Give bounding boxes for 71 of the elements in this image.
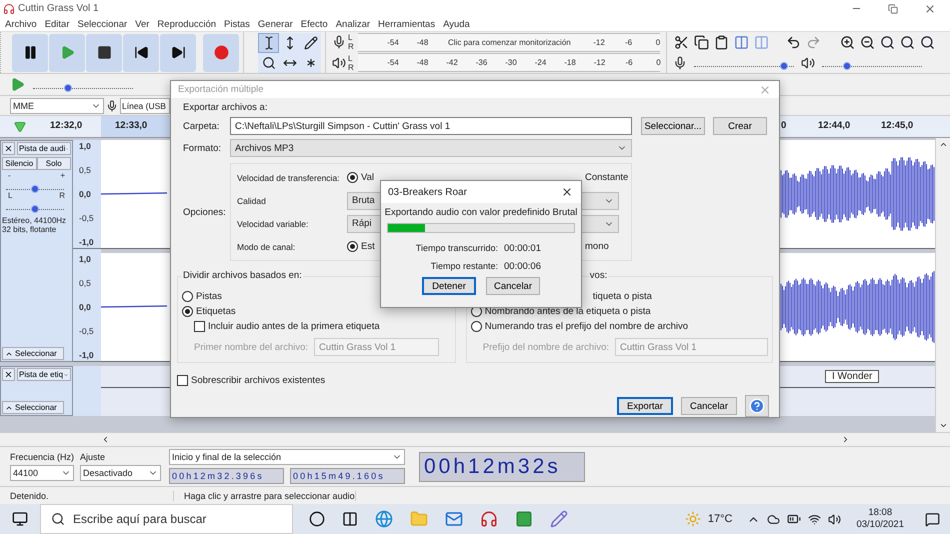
group-title: Dividir archivos basados en: (182, 270, 303, 281)
meter-tick: -6 (624, 38, 632, 47)
options-label: Opciones: (183, 206, 227, 218)
dialog-title: Exportación múltiple (178, 84, 264, 95)
ruler-label: 12:44,0 (818, 120, 850, 131)
slider-mark: - (8, 172, 11, 180)
ruler-label: 12:32,0 (50, 120, 82, 131)
meter-tick: -48 (416, 38, 428, 47)
channel-label: L (348, 33, 354, 42)
meter-tick: 0 (656, 58, 661, 68)
group-title: vos: (588, 270, 608, 281)
channel-label: R (348, 42, 355, 52)
prefix-label: Prefijo del nombre de archivo: (482, 342, 609, 352)
scale-label: 1,0 (79, 142, 92, 151)
meter-tick: 0 (656, 38, 660, 47)
scale-label: 0,0 (79, 303, 92, 312)
ruler-label: 12:33,0 (115, 120, 148, 131)
status-text: Detenido. (0, 490, 174, 500)
channel-label: L (348, 54, 354, 63)
scale-label: -0,5 (79, 214, 95, 223)
meter-tick: -12 (593, 38, 605, 47)
clock-date: 03/10/2021 (856, 519, 904, 531)
ruler-label: 0 (781, 120, 786, 131)
meter-tick: -30 (505, 58, 517, 68)
scale-label: 0,0 (79, 190, 92, 199)
remaining-value: 00:00:06 (504, 260, 542, 272)
track-info: Estéreo, 44100Hz 32 bits, flotante (2, 216, 68, 234)
meter-hint: Clic para comenzar monitorización (446, 38, 573, 47)
dialog-title: 03-Breakers Roar (388, 186, 467, 198)
meter-tick: -36 (476, 58, 488, 68)
scale-label: 0,5 (79, 279, 92, 288)
elapsed-label: Tiempo transcurrido: (414, 243, 498, 253)
meter-tick: -24 (534, 58, 546, 68)
rate-label: Frecuencia (Hz) (10, 452, 74, 462)
scale-label: -1,0 (79, 351, 95, 360)
scale-label: 1,0 (79, 255, 92, 264)
progress-message: Exportando audio con valor predefinido Brutal (384, 207, 578, 218)
option-text: mono (585, 241, 610, 252)
scale-label: 0,5 (79, 166, 92, 175)
window-title: Cuttin Grass Vol 1 (18, 3, 100, 14)
channel-label: R (348, 62, 355, 72)
slider-mark: + (60, 172, 65, 180)
option-label: Velocidad de transferencia: (237, 172, 341, 182)
first-name-label: Primer nombre del archivo: (194, 342, 308, 352)
snap-label: Ajuste (80, 452, 106, 462)
scale-label: -1,0 (79, 238, 95, 247)
option-text: Constante (585, 172, 628, 183)
option-text: tiqueta o pista (592, 290, 652, 302)
status-hint: Haga clic y arrastre para seleccionar audio (174, 490, 356, 500)
option-label: Calidad (237, 196, 267, 206)
ruler-label: 12:45,0 (881, 120, 914, 131)
scale-label: -0,5 (79, 327, 95, 336)
meter-tick: -18 (564, 58, 576, 68)
temperature: 17°C (708, 513, 732, 525)
meter-tick: -54 (387, 58, 399, 68)
meter-tick: -48 (416, 58, 428, 68)
meter-tick: -6 (625, 58, 633, 68)
elapsed-value: 00:00:01 (504, 242, 542, 254)
section-label: Exportar archivos a: (182, 102, 268, 113)
meter-tick: -42 (446, 58, 458, 68)
slider-mark: R (59, 192, 65, 200)
slider-mark: L (8, 192, 12, 200)
option-label: Velocidad variable: (237, 218, 310, 228)
option-label: Modo de canal: (237, 242, 296, 252)
remaining-label: Tiempo restante: (430, 261, 498, 271)
meter-tick: -12 (594, 58, 606, 68)
folder-label: Carpeta: (183, 120, 220, 132)
clock-time: 18:08 (868, 507, 892, 519)
time-display: 00h12m32s (419, 452, 585, 482)
meter-tick: -54 (387, 38, 399, 47)
format-label: Formato: (183, 142, 222, 154)
